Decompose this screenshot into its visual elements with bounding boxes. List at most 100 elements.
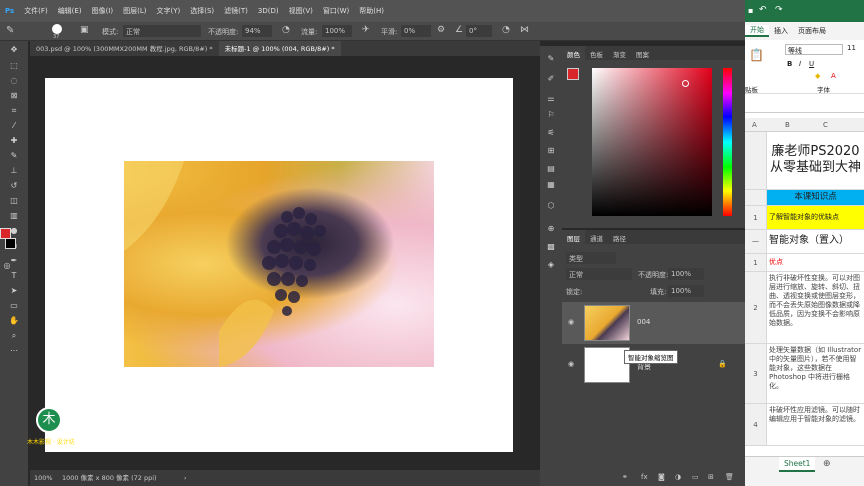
more-tools-icon[interactable]: ⋯: [9, 346, 19, 356]
smooth-input[interactable]: 0%: [401, 25, 431, 37]
angle-input[interactable]: 0°: [466, 25, 492, 37]
panel-fg-swatch[interactable]: [567, 68, 579, 80]
color-picker-field[interactable]: [592, 68, 712, 216]
ps-logo-icon[interactable]: Ps: [0, 7, 19, 15]
font-color-icon[interactable]: A: [831, 72, 836, 80]
menu-view[interactable]: 视图(V): [284, 6, 318, 16]
document-info[interactable]: 1000 像素 x 800 像素 (72 ppi): [62, 470, 157, 486]
layer-opacity-input[interactable]: 100%: [668, 268, 704, 280]
undo-icon[interactable]: ↶: [759, 5, 767, 15]
menu-window[interactable]: 窗口(W): [318, 6, 354, 16]
trash-icon[interactable]: 🗑: [725, 473, 734, 481]
col-header-c[interactable]: C: [823, 121, 828, 129]
italic-button[interactable]: I: [799, 60, 801, 68]
eye-icon[interactable]: ◉: [568, 360, 574, 368]
tab-paths[interactable]: 路径: [608, 230, 631, 244]
eraser-icon[interactable]: ◫: [9, 196, 19, 206]
section-cell[interactable]: 智能对象（置入）: [767, 230, 864, 254]
tab-page-layout[interactable]: 页面布局: [793, 26, 831, 36]
row-number[interactable]: 4: [745, 404, 767, 446]
layer-row[interactable]: ◉ 004: [562, 302, 745, 344]
zoom-icon[interactable]: ⌕: [9, 331, 19, 341]
history-brush-icon[interactable]: ↺: [9, 181, 19, 191]
row-number[interactable]: [745, 132, 767, 190]
marquee-tool-icon[interactable]: ⬚: [9, 61, 19, 71]
add-mask-icon[interactable]: ◙: [658, 473, 665, 481]
settings-gear-icon[interactable]: ⚙: [437, 25, 445, 35]
type-icon[interactable]: T: [9, 271, 19, 281]
new-layer-icon[interactable]: ⊞: [708, 473, 714, 481]
brush-tool-icon[interactable]: ✎: [6, 25, 14, 36]
info-icon[interactable]: ▦: [546, 180, 556, 190]
add-sheet-icon[interactable]: ⊕: [823, 459, 831, 469]
row-number[interactable]: 一: [745, 230, 767, 254]
clone-source-icon[interactable]: ⚐: [546, 110, 556, 120]
tab-color[interactable]: 颜色: [562, 46, 585, 60]
brush-settings-icon[interactable]: ✎: [546, 54, 556, 64]
fill-input[interactable]: 100%: [668, 285, 704, 297]
col-header-a[interactable]: A: [752, 121, 757, 129]
layer-name[interactable]: 004: [637, 318, 650, 326]
sheet-tab[interactable]: Sheet1: [779, 457, 816, 472]
doc-tab-1[interactable]: 003.psd @ 100% (300MMX200MM 教程.jpg, RGB/…: [30, 41, 219, 56]
symmetry-icon[interactable]: ⋈: [520, 25, 529, 35]
row-number[interactable]: 1: [745, 254, 767, 272]
menu-layer[interactable]: 图层(L): [118, 6, 151, 16]
brushes-icon[interactable]: ✐: [546, 74, 556, 84]
pressure-opacity-icon[interactable]: ◔: [282, 25, 290, 35]
row-number[interactable]: [745, 190, 767, 206]
bold-button[interactable]: B: [787, 60, 792, 68]
tab-insert[interactable]: 插入: [769, 26, 793, 36]
brush-panel-icon[interactable]: ▣: [80, 25, 89, 35]
angle-icon[interactable]: ∠: [455, 25, 463, 35]
zoom-level[interactable]: 100%: [34, 470, 53, 486]
eye-icon[interactable]: ◉: [568, 318, 574, 326]
flow-input[interactable]: 100%: [322, 25, 352, 37]
healing-brush-icon[interactable]: ✚: [9, 136, 19, 146]
menu-file[interactable]: 文件(F): [19, 6, 53, 16]
adjustment-layer-icon[interactable]: ◑: [675, 473, 681, 481]
tab-gradients[interactable]: 渐变: [608, 46, 631, 60]
fx-icon[interactable]: fx: [641, 473, 648, 481]
opacity-input[interactable]: 94%: [242, 25, 272, 37]
data-cell[interactable]: 优点: [767, 254, 864, 272]
link-layers-icon[interactable]: ⚭: [622, 473, 628, 481]
brush-icon[interactable]: ✎: [9, 151, 19, 161]
quick-mask-icon[interactable]: ◎: [2, 261, 12, 271]
tab-channels[interactable]: 通道: [585, 230, 608, 244]
menu-3d[interactable]: 3D(D): [253, 7, 284, 15]
background-color-swatch[interactable]: [5, 238, 16, 249]
underline-button[interactable]: U: [809, 60, 814, 68]
layer-filter-select[interactable]: 类型: [566, 252, 616, 264]
path-select-icon[interactable]: ➤: [9, 286, 19, 296]
stamp-icon[interactable]: ⊥: [9, 166, 19, 176]
pressure-size-icon[interactable]: ◔: [502, 25, 510, 35]
crop-tool-icon[interactable]: ⌗: [9, 106, 19, 116]
history-icon[interactable]: ⊞: [546, 146, 556, 156]
libraries-icon[interactable]: ⊕: [546, 224, 556, 234]
menu-help[interactable]: 帮助(H): [354, 6, 389, 16]
excel-save-icon[interactable]: ▪: [748, 6, 753, 15]
channels-icon[interactable]: ◈: [546, 260, 556, 270]
redo-icon[interactable]: ↷: [775, 5, 783, 15]
formula-bar[interactable]: [745, 100, 864, 113]
tab-patterns[interactable]: 图案: [631, 46, 654, 60]
data-cell[interactable]: 非破坏性应用滤镜。可以随时编辑应用于智能对象的滤镜。: [767, 404, 864, 446]
menu-type[interactable]: 文字(Y): [151, 6, 185, 16]
row-number[interactable]: 1: [745, 206, 767, 230]
move-tool-icon[interactable]: ✥: [9, 45, 19, 55]
row-number[interactable]: 3: [745, 344, 767, 404]
tab-home[interactable]: 开始: [745, 25, 769, 37]
styles-icon[interactable]: ▩: [546, 242, 556, 252]
menu-image[interactable]: 图像(I): [87, 6, 119, 16]
col-header-b[interactable]: B: [785, 121, 790, 129]
tab-layers[interactable]: 图层: [562, 230, 585, 244]
airbrush-icon[interactable]: ✈: [362, 25, 370, 35]
brush-preset-dot[interactable]: [52, 24, 62, 34]
font-size-select[interactable]: 11: [847, 44, 856, 52]
paste-icon[interactable]: 📋: [749, 48, 764, 62]
quick-select-icon[interactable]: ⊠: [9, 91, 19, 101]
eyedropper-icon[interactable]: ⁄: [9, 121, 19, 131]
font-name-select[interactable]: 等线: [785, 44, 843, 55]
status-arrow-icon[interactable]: ›: [184, 470, 187, 486]
